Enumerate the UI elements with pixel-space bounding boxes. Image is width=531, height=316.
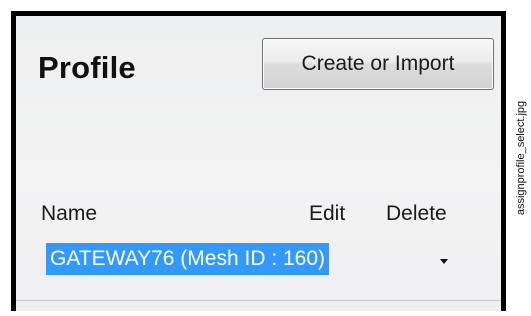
row-divider: [16, 300, 501, 301]
chevron-down-icon[interactable]: [440, 259, 448, 264]
figure-filename-text: assignprofile_select.jpg: [515, 100, 527, 216]
column-header-delete: Delete: [386, 202, 447, 225]
profile-panel: Profile Create or Import Name Edit Delet…: [11, 11, 506, 311]
profile-select-value[interactable]: GATEWAY76 (Mesh ID : 160): [46, 243, 330, 275]
page-title: Profile: [38, 50, 136, 85]
column-header-edit: Edit: [309, 202, 346, 225]
create-or-import-button[interactable]: Create or Import: [262, 38, 494, 90]
screenshot-stage: Profile Create or Import Name Edit Delet…: [0, 0, 531, 316]
figure-filename-label: assignprofile_select.jpg: [511, 0, 531, 316]
column-header-name: Name: [41, 202, 98, 225]
